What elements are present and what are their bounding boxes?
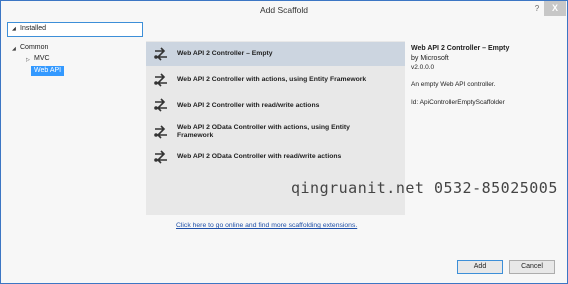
- category-panel: ◢ Installed ◢ Common ▷ MVC Web API: [7, 22, 143, 252]
- add-scaffold-dialog: Add Scaffold ? X ◢ Installed ◢ Common ▷ …: [0, 0, 568, 284]
- cancel-button[interactable]: Cancel: [509, 260, 555, 274]
- close-button[interactable]: X: [544, 1, 566, 16]
- tree-item-webapi[interactable]: Web API: [31, 66, 65, 76]
- details-title: Web API 2 Controller – Empty: [411, 45, 510, 52]
- window-title: Add Scaffold: [259, 5, 309, 15]
- details-description: An empty Web API controller.: [411, 81, 496, 88]
- expand-arrow-icon[interactable]: ◢: [12, 46, 16, 52]
- list-item-label-line1: Web API 2 OData Controller with actions,…: [177, 124, 350, 131]
- installed-filter[interactable]: ◢ Installed: [7, 22, 143, 37]
- list-item[interactable]: Web API 2 Controller with read/write act…: [146, 93, 405, 117]
- list-item[interactable]: Web API 2 Controller – Empty: [146, 42, 405, 66]
- list-item-label: Web API 2 Controller with actions, using…: [177, 76, 367, 83]
- controller-icon: [154, 98, 167, 112]
- controller-icon: [154, 73, 167, 87]
- details-version: v2.0.0.0: [411, 64, 435, 71]
- collapse-arrow-icon[interactable]: ◢: [12, 26, 16, 32]
- watermark: qingruanit.net 0532-85025005: [291, 179, 558, 197]
- help-button[interactable]: ?: [530, 2, 544, 16]
- list-item[interactable]: Web API 2 OData Controller with read/wri…: [146, 146, 405, 170]
- list-item[interactable]: Web API 2 OData Controller with actions,…: [146, 119, 405, 147]
- collapsed-arrow-icon[interactable]: ▷: [26, 57, 30, 63]
- installed-label: Installed: [20, 25, 47, 32]
- controller-icon: [154, 125, 167, 139]
- list-item-label: Web API 2 Controller – Empty: [177, 50, 273, 57]
- list-item-label: Web API 2 Controller with read/write act…: [177, 102, 320, 109]
- details-author: by Microsoft: [411, 55, 449, 62]
- controller-icon: [154, 150, 167, 164]
- tree-item-mvc[interactable]: MVC: [34, 55, 50, 62]
- list-item[interactable]: Web API 2 Controller with actions, using…: [146, 68, 405, 92]
- details-id: Id: ApiControllerEmptyScaffolder: [411, 99, 505, 106]
- list-item-label: Web API 2 OData Controller with read/wri…: [177, 153, 342, 160]
- add-button[interactable]: Add: [457, 260, 503, 274]
- online-extensions-link[interactable]: Click here to go online and find more sc…: [176, 222, 357, 229]
- tree-item-common[interactable]: Common: [20, 44, 48, 51]
- list-item-label-line2: Framework: [177, 132, 214, 139]
- controller-icon: [154, 47, 167, 61]
- title-bar: Add Scaffold ? X: [1, 1, 567, 20]
